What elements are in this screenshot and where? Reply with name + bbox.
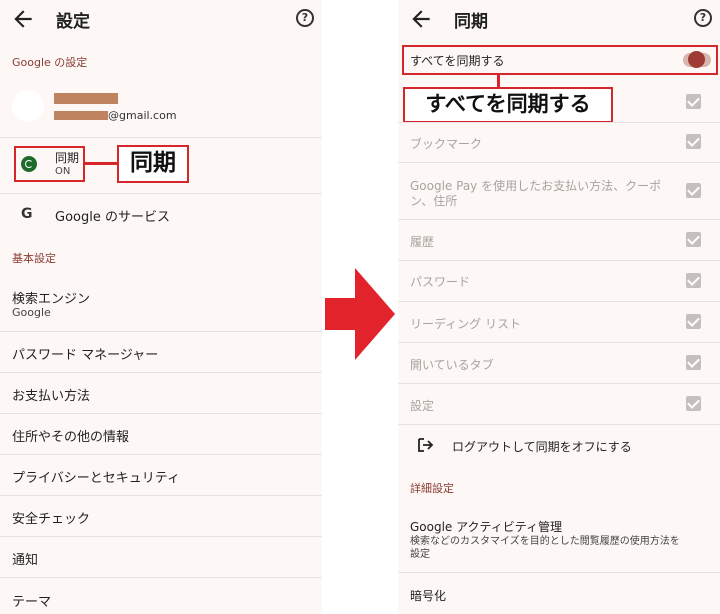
callout-connector	[85, 162, 118, 165]
google-activity-sub-line2: 設定	[410, 549, 430, 560]
list-item[interactable]: パスワード マネージャー	[0, 332, 322, 373]
checkbox-icon[interactable]	[686, 396, 701, 411]
page-title: 設定	[56, 12, 90, 32]
divider	[398, 383, 720, 384]
right-arrow-icon	[325, 268, 395, 360]
page-title: 同期	[454, 12, 488, 32]
list-item[interactable]: プライバシーとセキュリティ	[0, 455, 322, 496]
sync-item-open-tabs: 開いているタブ	[410, 358, 494, 372]
sync-item-history: 履歴	[410, 235, 435, 249]
sync-item-bookmarks: ブックマーク	[410, 137, 483, 151]
callout-connector	[497, 74, 500, 88]
section-google-settings: Google の設定	[12, 56, 88, 69]
sync-item-settings: 設定	[410, 399, 435, 413]
divider	[398, 342, 720, 343]
settings-screen: 設定 ? Google の設定 @gmail.com 同期 ON 同期 G Go…	[0, 0, 322, 614]
sync-item-passwords: パスワード	[410, 275, 471, 289]
list-item[interactable]: 住所やその他の情報	[0, 414, 322, 455]
divider	[398, 424, 720, 425]
back-arrow-icon[interactable]	[408, 6, 434, 32]
encryption-item[interactable]: 暗号化	[410, 587, 446, 604]
divider	[398, 572, 720, 573]
list-item[interactable]: テーマ	[0, 578, 322, 614]
checkbox-icon[interactable]	[686, 314, 701, 329]
divider	[398, 301, 720, 302]
divider	[398, 260, 720, 261]
checkbox-icon[interactable]	[686, 183, 701, 198]
checkbox-icon[interactable]	[686, 94, 701, 109]
checkbox-icon[interactable]	[686, 355, 701, 370]
help-icon[interactable]: ?	[694, 9, 712, 27]
sync-all-callout: すべてを同期する	[403, 87, 613, 123]
avatar	[12, 90, 44, 122]
list-item[interactable]: お支払い方法	[0, 373, 322, 414]
back-arrow-icon[interactable]	[10, 6, 36, 32]
account-row[interactable]	[0, 76, 322, 138]
divider	[398, 162, 720, 163]
list-item[interactable]: 通知	[0, 537, 322, 578]
list-item[interactable]: 安全チェック	[0, 496, 322, 537]
sync-all-highlight-box	[402, 45, 718, 75]
help-icon[interactable]: ?	[296, 9, 314, 27]
search-engine-label: 検索エンジン	[12, 292, 91, 307]
logout-icon	[418, 437, 434, 452]
redacted-email	[54, 111, 108, 120]
sync-callout: 同期	[117, 145, 189, 183]
checkbox-icon[interactable]	[686, 273, 701, 288]
section-basic-settings: 基本設定	[12, 252, 56, 265]
sync-item-reading-list: リーディング リスト	[410, 317, 521, 331]
sync-app-bar: 同期 ?	[398, 0, 720, 38]
google-services-label: Google のサービス	[55, 210, 170, 225]
sync-highlight-box	[14, 146, 85, 182]
checkbox-icon[interactable]	[686, 134, 701, 149]
settings-app-bar: 設定 ?	[0, 0, 322, 38]
google-activity-sub-line1: 検索などのカスタマイズを目的とした閲覧履歴の使用方法を	[410, 536, 680, 547]
search-engine-value: Google	[12, 306, 51, 319]
email-suffix: @gmail.com	[108, 109, 177, 122]
divider	[398, 122, 720, 123]
divider	[398, 219, 720, 220]
google-activity-title[interactable]: Google アクティビティ管理	[410, 518, 562, 535]
section-advanced-settings: 詳細設定	[410, 482, 454, 495]
sync-item-google-pay-line2: ン、住所	[410, 194, 458, 208]
checkbox-icon[interactable]	[686, 232, 701, 247]
google-g-icon: G	[21, 206, 33, 222]
logout-button[interactable]: ログアウトして同期をオフにする	[452, 438, 632, 455]
redacted-name	[54, 93, 118, 104]
